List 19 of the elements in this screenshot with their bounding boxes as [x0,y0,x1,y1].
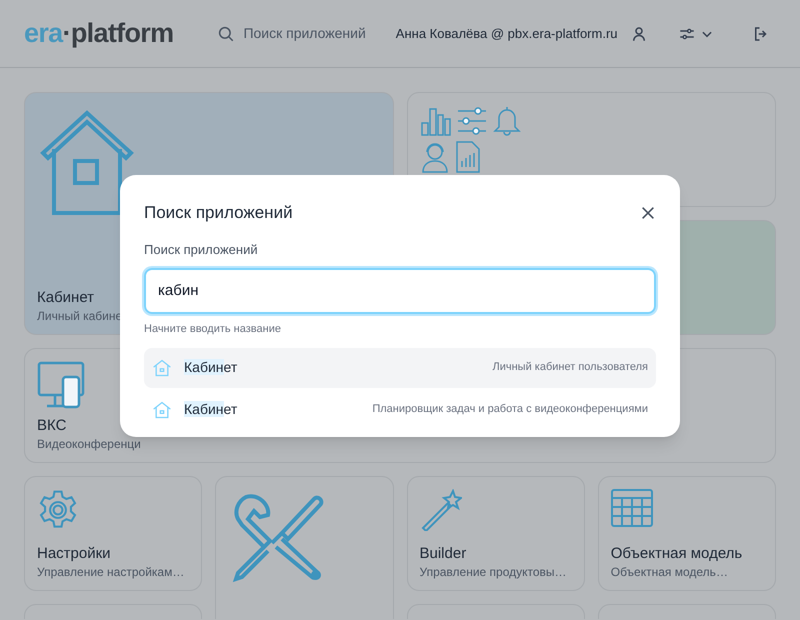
tile-title: Builder [420,544,466,564]
user-name: Анна Ковалёва @ pbx.era-platform.ru [396,24,618,43]
dialog-title: Поиск приложений [144,202,293,224]
tile-title: Объектная модель [610,544,742,564]
tile-title: Кабинет [37,288,94,308]
result-description: Личный кабинет пользователя [492,360,648,376]
result-title: Кабинет [184,358,238,377]
logo: era·platform [24,17,174,50]
tile-subtitle: Объектная модель… [610,564,728,580]
tile-subtitle: Управление настройкам… [37,564,184,580]
field-hint: Начните вводить название [144,322,281,336]
tile-subtitle: Личный кабине [37,308,122,324]
field-label: Поиск приложений [144,240,258,259]
tile-subtitle: Видеоконференци [37,436,141,452]
tile-title: Настройки [37,544,111,564]
result-title: Кабинет [184,400,238,419]
result-description: Планировщик задач и работа с видеоконференциями [372,402,648,418]
tile-title: ВКС [37,416,66,436]
tile-subtitle: Управление продуктовы… [420,564,567,580]
